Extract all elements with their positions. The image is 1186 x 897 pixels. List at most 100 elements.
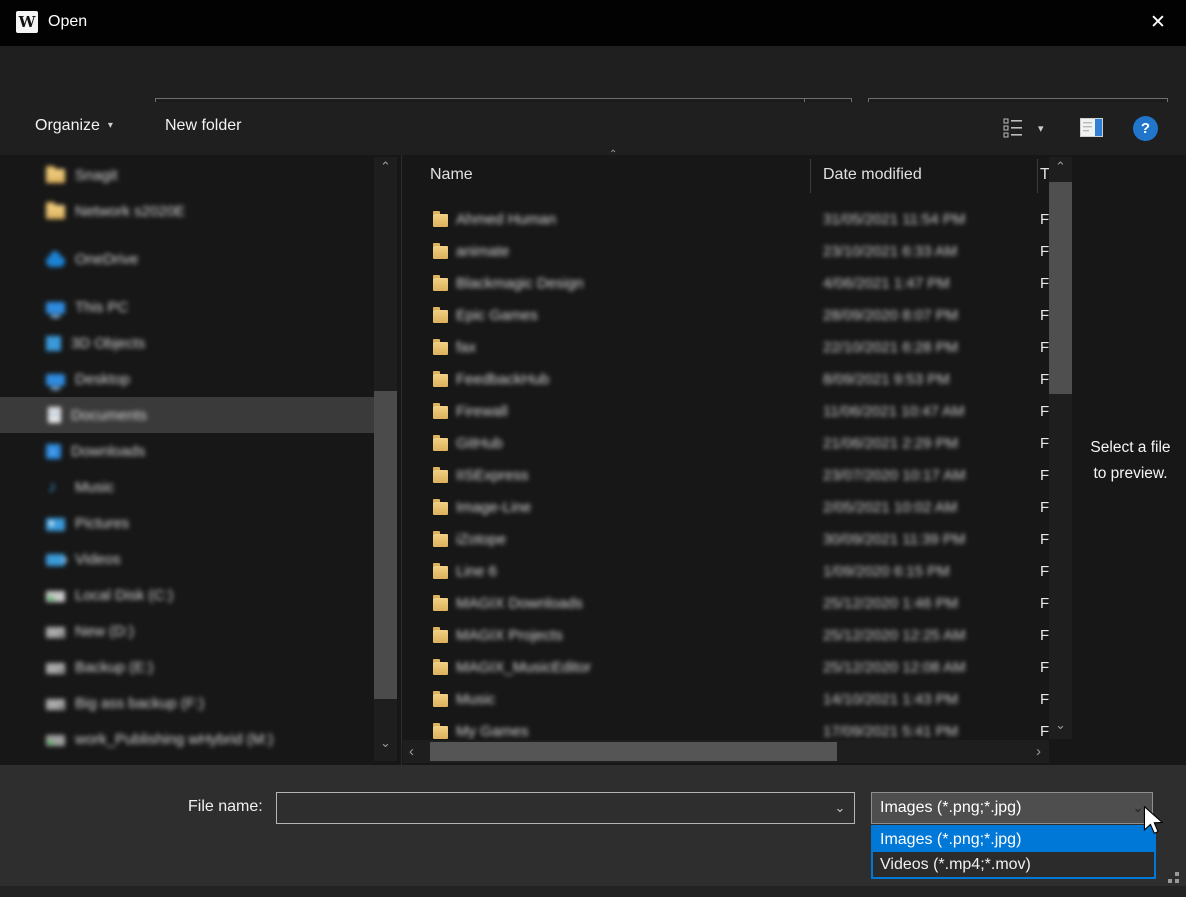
file-type: File folder xyxy=(1040,563,1049,580)
sidebar-item[interactable]: Videos xyxy=(0,541,374,577)
column-headers: ⌃ Name Date modified Type xyxy=(403,155,1049,197)
window-title: Open xyxy=(48,13,87,31)
view-options-chevron[interactable]: ▾ xyxy=(1038,122,1044,135)
file-row[interactable]: Blackmagic Design 4/06/2021 1:47 PM File… xyxy=(403,269,1049,301)
file-row[interactable]: animate 23/10/2021 6:33 AM File folder xyxy=(403,237,1049,269)
sidebar-item[interactable]: OneDrive xyxy=(0,241,374,277)
file-row[interactable]: Ahmed Human 31/05/2021 11:54 PM File fol… xyxy=(403,205,1049,237)
sidebar-item[interactable]: 3D Objects xyxy=(0,325,374,361)
file-date-modified: 8/09/2021 9:53 PM xyxy=(823,371,950,388)
scroll-left-icon[interactable]: ‹ xyxy=(409,743,414,760)
file-row[interactable]: Epic Games 28/09/2020 8:07 PM File folde… xyxy=(403,301,1049,333)
sidebar-item[interactable]: Local Disk (C:) xyxy=(0,577,374,613)
file-name: Firewall xyxy=(456,403,508,420)
sidebar-item[interactable]: Documents xyxy=(0,397,374,433)
file-row[interactable]: FeedbackHub 8/09/2021 9:53 PM File folde… xyxy=(403,365,1049,397)
file-type-select[interactable]: Images (*.png;*.jpg) ⌄ xyxy=(871,792,1153,824)
folder-icon xyxy=(433,310,448,323)
file-date-modified: 14/10/2021 1:43 PM xyxy=(823,691,958,708)
chevron-down-icon[interactable]: ⌄ xyxy=(826,800,854,816)
scroll-right-icon[interactable]: › xyxy=(1036,743,1041,760)
file-date-modified: 22/10/2021 6:28 PM xyxy=(823,339,958,356)
file-type: File folder xyxy=(1040,659,1049,676)
file-name-input[interactable] xyxy=(277,800,826,817)
file-row[interactable]: fax 22/10/2021 6:28 PM File folder xyxy=(403,333,1049,365)
scroll-up-icon[interactable]: ⌃ xyxy=(1049,159,1072,175)
file-row[interactable]: MAGIX Projects 25/12/2020 12:25 AM File … xyxy=(403,621,1049,653)
chevron-down-icon: ▾ xyxy=(108,120,113,131)
file-row[interactable]: iZotope 30/09/2021 11:39 PM File folder xyxy=(403,525,1049,557)
sidebar-item-label: Downloads xyxy=(71,443,145,460)
folder-icon xyxy=(433,470,448,483)
folder-icon xyxy=(433,662,448,675)
scrollbar-thumb[interactable] xyxy=(430,742,837,761)
file-row[interactable]: Firewall 11/06/2021 10:47 AM File folder xyxy=(403,397,1049,429)
folder-icon xyxy=(433,438,448,451)
preview-pane: Select a file to preview. xyxy=(1075,155,1186,765)
column-header-name[interactable]: Name xyxy=(430,166,473,184)
column-divider[interactable] xyxy=(810,159,811,193)
file-row[interactable]: Line 6 1/09/2020 6:15 PM File folder xyxy=(403,557,1049,589)
sidebar-item[interactable]: Desktop xyxy=(0,361,374,397)
mouse-cursor xyxy=(1143,806,1165,836)
sidebar-item[interactable]: This PC xyxy=(0,289,374,325)
sidebar-item[interactable]: Big ass backup (F:) xyxy=(0,685,374,721)
file-date-modified: 28/09/2020 8:07 PM xyxy=(823,307,958,324)
file-row[interactable]: MAGIX_MusicEditor 25/12/2020 12:08 AM Fi… xyxy=(403,653,1049,685)
file-name: IISExpress xyxy=(456,467,529,484)
sidebar-item[interactable]: work_Publishing wHybrid (M:) xyxy=(0,721,374,757)
sidebar-item-content: Network s2020E xyxy=(46,203,185,220)
close-button[interactable]: ✕ xyxy=(1138,8,1178,38)
new-folder-button[interactable]: New folder xyxy=(165,117,241,135)
scroll-up-icon[interactable]: ⌃ xyxy=(374,159,397,175)
file-type-option[interactable]: Videos (*.mp4;*.mov) xyxy=(873,852,1154,877)
folder-icon xyxy=(433,534,448,547)
file-name: Blackmagic Design xyxy=(456,275,584,292)
file-row[interactable]: IISExpress 23/07/2020 10:17 AM File fold… xyxy=(403,461,1049,493)
scrollbar-thumb[interactable] xyxy=(1049,182,1072,394)
sidebar-item-content: Desktop xyxy=(46,371,130,388)
file-row[interactable]: GitHub 21/06/2021 2:29 PM File folder xyxy=(403,429,1049,461)
organize-button[interactable]: Organize▾ xyxy=(35,117,113,135)
details-view-icon[interactable] xyxy=(1002,117,1024,139)
scroll-down-icon[interactable]: ⌄ xyxy=(374,735,397,751)
file-type: File folder xyxy=(1040,467,1049,484)
file-type: File folder xyxy=(1040,723,1049,740)
file-name: iZotope xyxy=(456,531,506,548)
file-date-modified: 23/10/2021 6:33 AM xyxy=(823,243,957,260)
scrollbar-thumb[interactable] xyxy=(374,391,397,699)
sidebar-item-content: Documents xyxy=(46,407,147,424)
file-type-option[interactable]: Images (*.png;*.jpg) xyxy=(873,827,1154,852)
file-row[interactable]: Music 14/10/2021 1:43 PM File folder xyxy=(403,685,1049,717)
sidebar-item-content: Big ass backup (F:) xyxy=(46,695,204,712)
file-type: File folder xyxy=(1040,691,1049,708)
sidebar-item-content: Videos xyxy=(46,551,121,568)
column-header-date-modified[interactable]: Date modified xyxy=(823,166,922,184)
sidebar-item[interactable]: Pictures xyxy=(0,505,374,541)
sidebar-item-label: OneDrive xyxy=(75,251,138,268)
sidebar-item[interactable]: Network s2020E xyxy=(0,193,374,229)
file-row[interactable]: MAGIX Downloads 25/12/2020 1:46 PM File … xyxy=(403,589,1049,621)
main-content: Snagit Network s2020E OneDrive xyxy=(0,155,1186,765)
sidebar-item-content: 3D Objects xyxy=(46,335,145,352)
file-row[interactable]: My Games 17/09/2021 5:41 PM File folder xyxy=(403,717,1049,740)
file-date-modified: 11/06/2021 10:47 AM xyxy=(823,403,965,420)
column-divider[interactable] xyxy=(1037,159,1038,193)
column-header-type[interactable]: Type xyxy=(1040,166,1049,184)
preview-message-line1: Select a file xyxy=(1075,435,1186,461)
sidebar-item[interactable]: Downloads xyxy=(0,433,374,469)
scroll-down-icon[interactable]: ⌄ xyxy=(1049,717,1072,733)
sidebar-item[interactable]: Snagit xyxy=(0,157,374,193)
sidebar-scrollbar[interactable]: ⌃ ⌄ xyxy=(374,157,397,761)
sidebar-item[interactable]: Music xyxy=(0,469,374,505)
sidebar-item[interactable]: Backup (E:) xyxy=(0,649,374,685)
file-list-scrollbar[interactable]: ⌃ ⌄ xyxy=(1049,157,1072,739)
sidebar-item[interactable]: New (D:) xyxy=(0,613,374,649)
file-list-horizontal-scrollbar[interactable]: ‹ › xyxy=(403,740,1049,763)
file-row[interactable]: Image-Line 2/05/2021 10:02 AM File folde… xyxy=(403,493,1049,525)
file-name: Line 6 xyxy=(456,563,497,580)
help-button[interactable]: ? xyxy=(1133,116,1158,141)
folder-icon xyxy=(433,374,448,387)
file-name-combobox[interactable]: ⌄ xyxy=(276,792,855,824)
preview-pane-icon[interactable] xyxy=(1080,118,1103,137)
